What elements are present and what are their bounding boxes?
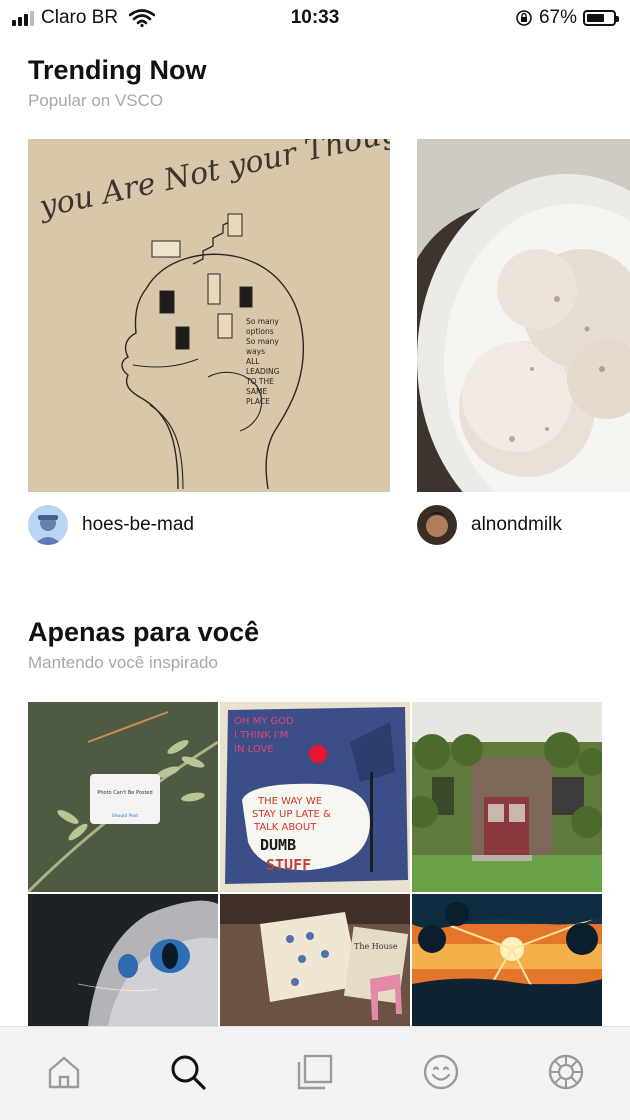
collage-line-6: TALK ABOUT: [253, 822, 317, 833]
collage-line-1: OH MY GOD: [234, 716, 294, 727]
collage-line-5: STAY UP LATE &: [252, 809, 331, 820]
trending-user-2[interactable]: alnondmilk: [417, 505, 562, 545]
avatar: [28, 505, 68, 545]
note-line-9: PLACE: [246, 397, 270, 406]
note-line-3: So many: [246, 337, 279, 346]
for-you-title: Apenas para você: [28, 617, 260, 647]
battery-percent: 67%: [538, 7, 577, 28]
thoughts-drawing-image: you Are Not your Thoughts So many option…: [28, 139, 390, 492]
grid-tile-cat[interactable]: [28, 894, 218, 1026]
nav-search[interactable]: [168, 1052, 208, 1092]
book-title: The House: [354, 942, 398, 951]
settings-icon: [548, 1054, 584, 1090]
status-bar: Claro BR 10:33 67%: [0, 0, 630, 38]
note-line-7: TO THE: [245, 377, 274, 386]
trending-post-2[interactable]: [417, 139, 630, 492]
note-line-5: ALL: [246, 357, 260, 366]
collage-line-8: STUFF: [266, 856, 311, 874]
trending-subtitle: Popular on VSCO: [28, 91, 164, 110]
battery-fill: [587, 14, 604, 22]
note-line-8: SAME: [246, 387, 268, 396]
collage-image: OH MY GOD I THINK I'M IN LOVE THE WAY WE…: [220, 702, 410, 892]
cat-image: [28, 894, 218, 1026]
note-line-2: options: [246, 327, 274, 336]
profile-icon: [423, 1054, 459, 1090]
ice-cream-image: [417, 139, 630, 492]
sunset-image: [412, 894, 602, 1026]
notice-title: Photo Can't Be Posted: [97, 790, 152, 796]
grid-tile-plant[interactable]: Photo Can't Be Posted Should Post: [28, 702, 218, 892]
collage-line-7: DUMB: [260, 836, 296, 854]
username: alnondmilk: [471, 514, 562, 535]
search-icon: [171, 1055, 206, 1090]
collage-line-2: I THINK I'M: [234, 730, 288, 741]
status-right: 67%: [515, 7, 619, 29]
note-line-4: ways: [246, 347, 265, 356]
grid-tile-building[interactable]: [412, 702, 602, 892]
avatar: [417, 505, 457, 545]
grid-tile-desk[interactable]: The House: [220, 894, 410, 1026]
note-line-1: So many: [246, 317, 279, 326]
battery-icon: [583, 10, 619, 26]
nav-studio[interactable]: [295, 1052, 335, 1092]
username: hoes-be-mad: [82, 514, 194, 535]
notice-button: Should Post: [112, 813, 139, 819]
collage-line-4: THE WAY WE: [257, 796, 322, 807]
desk-image: The House: [220, 894, 410, 1026]
nav-profile[interactable]: [421, 1052, 461, 1092]
for-you-grid: Photo Can't Be Posted Should Post OH MY …: [28, 702, 602, 1026]
nav-home[interactable]: [44, 1052, 84, 1092]
nav-settings[interactable]: [546, 1052, 586, 1092]
trending-post-1[interactable]: you Are Not your Thoughts So many option…: [28, 139, 390, 492]
trending-user-1[interactable]: hoes-be-mad: [28, 505, 194, 545]
plant-image: Photo Can't Be Posted Should Post: [28, 702, 218, 892]
collage-line-3: IN LOVE: [234, 744, 274, 755]
bottom-nav: [0, 1026, 630, 1120]
grid-tile-sunset[interactable]: [412, 894, 602, 1026]
trending-title: Trending Now: [28, 55, 207, 85]
grid-tile-dumb-stuff[interactable]: OH MY GOD I THINK I'M IN LOVE THE WAY WE…: [220, 702, 410, 892]
studio-icon: [297, 1054, 333, 1090]
for-you-subtitle: Mantendo você inspirado: [28, 653, 218, 672]
building-image: [412, 702, 602, 892]
home-icon: [48, 1056, 80, 1089]
rotation-lock-icon: [516, 10, 532, 26]
note-line-6: LEADING: [246, 367, 280, 376]
